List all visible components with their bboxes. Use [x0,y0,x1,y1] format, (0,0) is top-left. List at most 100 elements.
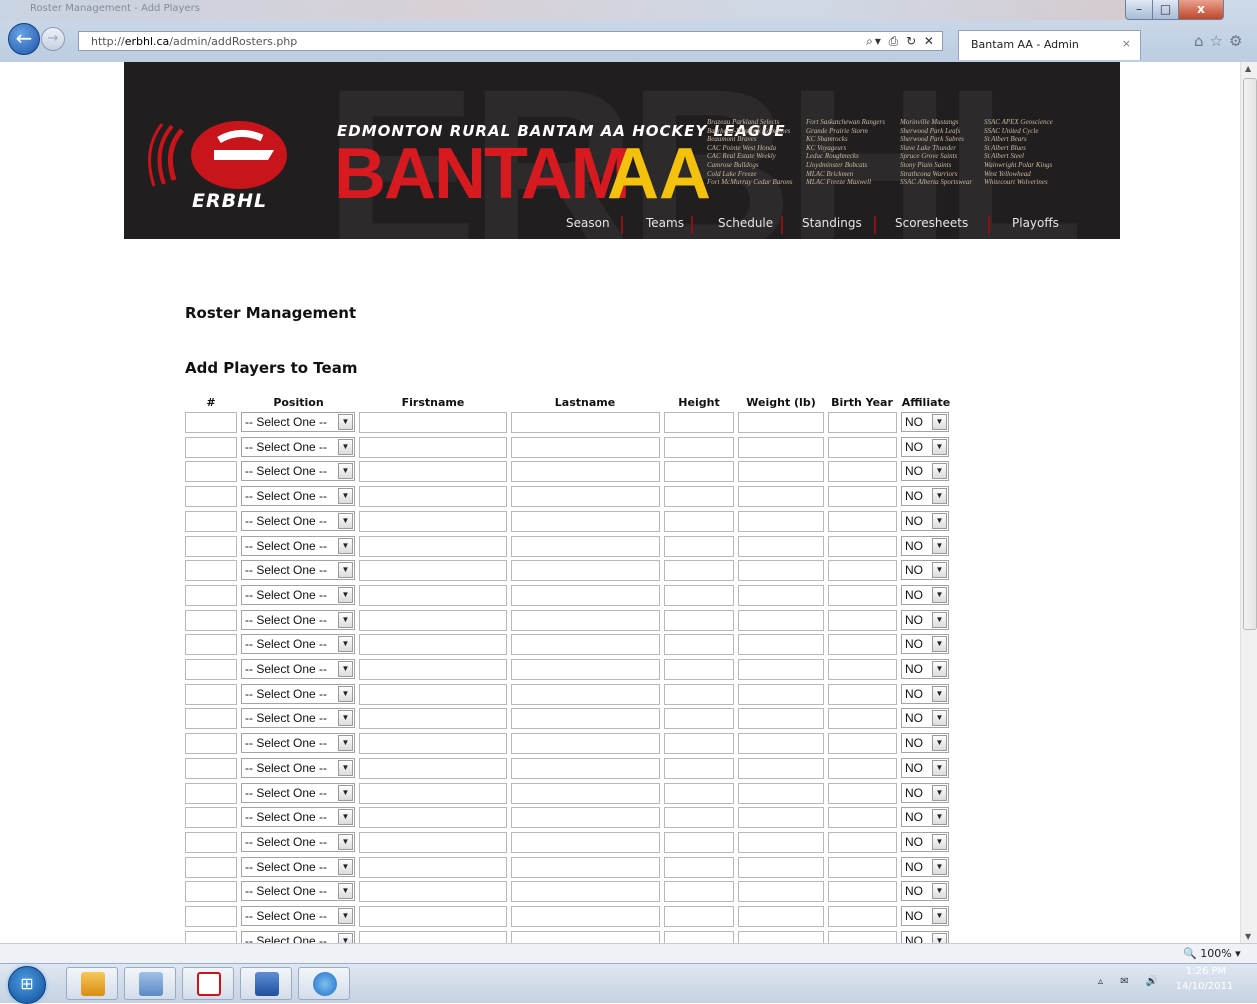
number-input[interactable] [185,659,237,680]
nav-scoresheets[interactable]: Scoresheets [895,216,968,230]
position-select[interactable]: -- Select One -- ▼ [241,831,355,852]
weight-input[interactable] [738,461,824,483]
taskbar-word[interactable] [240,967,292,1000]
affiliate-select[interactable]: NO ▼ [901,436,949,457]
number-input[interactable] [185,436,237,458]
chevron-down-icon[interactable]: ▼ [932,586,947,603]
firstname-input[interactable] [359,807,507,829]
position-select[interactable]: -- Select One -- ▼ [241,856,355,877]
chevron-down-icon[interactable]: ▼ [932,661,947,677]
weight-input[interactable] [738,930,824,943]
affiliate-select[interactable]: NO ▼ [901,659,949,679]
minimize-button[interactable]: – [1125,0,1153,20]
birth-year-input[interactable] [828,683,897,705]
weight-input[interactable] [738,659,824,680]
team-name[interactable]: Brazeau Parkland Selects [707,118,792,127]
team-name[interactable]: Sherwood Park Sabres [900,135,972,144]
team-name[interactable]: Wainwright Polar Kings [984,161,1053,170]
lastname-input[interactable] [511,881,660,903]
firstname-input[interactable] [359,881,507,903]
start-button[interactable]: ⊞ [8,966,46,1004]
affiliate-select[interactable]: NO ▼ [901,535,949,556]
team-name[interactable]: Fort McMurray Cedar Barons [707,178,792,187]
height-input[interactable] [664,659,734,680]
team-name[interactable]: SSAC United Cycle [984,127,1053,136]
weight-input[interactable] [738,856,824,878]
firstname-input[interactable] [359,757,507,779]
firstname-input[interactable] [359,584,507,606]
position-select[interactable]: -- Select One -- ▼ [241,683,355,704]
number-input[interactable] [185,906,237,927]
scroll-down-icon[interactable]: ▼ [1245,932,1251,941]
chevron-down-icon[interactable]: ▼ [338,488,353,505]
chevron-down-icon[interactable]: ▼ [932,562,947,579]
chevron-down-icon[interactable]: ▼ [338,636,353,653]
position-select[interactable]: -- Select One -- ▼ [241,436,355,457]
affiliate-select[interactable]: NO ▼ [901,510,949,531]
chevron-down-icon[interactable]: ▼ [932,685,947,702]
affiliate-select[interactable]: NO ▼ [901,634,949,655]
lastname-input[interactable] [511,486,660,508]
team-name[interactable]: MLAC Freeze Maxwell [806,178,885,187]
firstname-input[interactable] [359,782,507,804]
height-input[interactable] [664,856,734,878]
chevron-down-icon[interactable]: ▼ [932,784,947,801]
position-select[interactable]: -- Select One -- ▼ [241,708,355,729]
lastname-input[interactable] [511,609,660,631]
affiliate-select[interactable]: NO ▼ [901,831,949,852]
team-name[interactable]: St Albert Bears [984,135,1053,144]
lastname-input[interactable] [511,807,660,829]
nav-schedule[interactable]: Schedule [718,216,773,230]
affiliate-select[interactable]: NO ▼ [901,584,949,605]
firstname-input[interactable] [359,634,507,656]
team-name[interactable]: CAC Pointe West Honda [707,144,792,153]
firstname-input[interactable] [359,560,507,582]
weight-input[interactable] [738,436,824,458]
position-select[interactable]: -- Select One -- ▼ [241,510,355,531]
number-input[interactable] [185,634,237,656]
height-input[interactable] [664,436,734,458]
position-select[interactable]: -- Select One -- ▼ [241,560,355,581]
height-input[interactable] [664,930,734,943]
scroll-up-icon[interactable]: ▲ [1245,64,1251,73]
number-input[interactable] [185,856,237,878]
firstname-input[interactable] [359,436,507,458]
team-name[interactable]: KC Voyageurs [806,144,885,153]
taskbar-internet-explorer[interactable] [298,967,350,1000]
position-select[interactable]: -- Select One -- ▼ [241,584,355,605]
chevron-down-icon[interactable]: ▼ [338,512,353,529]
taskbar-explorer[interactable] [124,967,176,1000]
team-name[interactable]: Grande Prairie Storm [806,127,885,136]
birth-year-input[interactable] [828,881,897,903]
team-name[interactable]: St Albert Steel [984,152,1053,161]
lastname-input[interactable] [511,634,660,656]
team-name[interactable]: Morinville Mustangs [900,118,972,127]
height-input[interactable] [664,881,734,903]
taskbar-acrobat[interactable] [182,967,234,1000]
chevron-down-icon[interactable]: ▼ [932,463,947,480]
chevron-down-icon[interactable]: ▼ [932,512,947,529]
forward-button[interactable]: → [41,27,65,51]
team-name[interactable]: Stony Plain Saints [900,161,972,170]
number-input[interactable] [185,708,237,730]
lastname-input[interactable] [511,733,660,755]
weight-input[interactable] [738,634,824,656]
maximize-button[interactable]: □ [1152,0,1179,20]
position-select[interactable]: -- Select One -- ▼ [241,930,355,943]
tab-close-icon[interactable]: × [1122,37,1131,50]
affiliate-select[interactable]: NO ▼ [901,782,949,803]
weight-input[interactable] [738,486,824,508]
lastname-input[interactable] [511,535,660,557]
birth-year-input[interactable] [828,757,897,779]
chevron-down-icon[interactable]: ▼ [932,611,947,628]
team-name[interactable]: SSAC Alberta Sportswear [900,178,972,187]
affiliate-select[interactable]: NO ▼ [901,906,949,926]
height-input[interactable] [664,757,734,779]
team-name[interactable]: Leduc Roughnecks [806,152,885,161]
number-input[interactable] [185,412,237,433]
firstname-input[interactable] [359,831,507,853]
affiliate-select[interactable]: NO ▼ [901,708,949,729]
chevron-down-icon[interactable]: ▼ [338,562,353,579]
birth-year-input[interactable] [828,584,897,606]
lastname-input[interactable] [511,856,660,878]
